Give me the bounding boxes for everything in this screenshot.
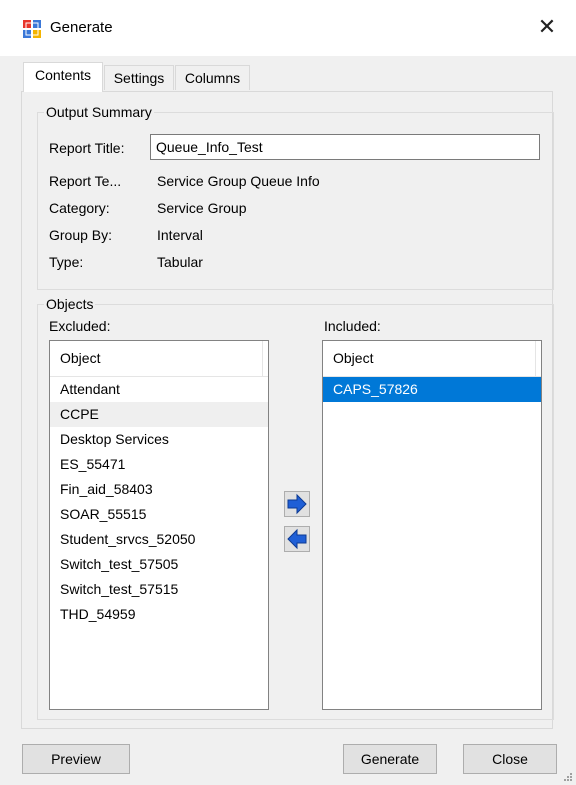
output-summary-group: Output Summary <box>37 104 554 290</box>
move-left-button[interactable] <box>284 526 310 552</box>
type-value: Tabular <box>157 254 203 270</box>
arrow-left-icon <box>287 528 307 550</box>
preview-button[interactable]: Preview <box>22 744 130 774</box>
category-label: Category: <box>49 200 110 216</box>
group-by-label: Group By: <box>49 227 113 243</box>
list-item[interactable]: Attendant <box>50 377 268 402</box>
list-item[interactable]: ES_55471 <box>50 452 268 477</box>
type-label: Type: <box>49 254 84 270</box>
category-value: Service Group <box>157 200 247 216</box>
column-separator[interactable] <box>535 341 536 376</box>
close-icon: ✕ <box>537 15 557 40</box>
list-item[interactable]: CCPE <box>50 402 268 427</box>
report-app-icon <box>23 20 41 38</box>
close-window-button[interactable]: ✕ <box>518 8 576 48</box>
column-separator[interactable] <box>262 341 263 376</box>
list-item[interactable]: Switch_test_57515 <box>50 577 268 602</box>
list-item[interactable]: Switch_test_57505 <box>50 552 268 577</box>
group-by-value: Interval <box>157 227 203 243</box>
tab-columns[interactable]: Columns <box>175 65 250 90</box>
report-template-value: Service Group Queue Info <box>157 173 320 189</box>
list-item[interactable]: CAPS_57826 <box>323 377 541 402</box>
report-title-label: Report Title: <box>49 140 125 156</box>
tab-contents[interactable]: Contents <box>23 62 103 92</box>
included-label: Included: <box>324 318 381 334</box>
objects-legend: Objects <box>46 296 94 312</box>
title-bar: Generate ✕ <box>0 0 576 56</box>
tab-contents-label: Contents <box>34 67 92 83</box>
arrow-right-icon <box>287 493 307 515</box>
excluded-label: Excluded: <box>49 318 111 334</box>
included-column-header[interactable]: Object <box>323 341 541 377</box>
excluded-column-header[interactable]: Object <box>50 341 268 377</box>
move-right-button[interactable] <box>284 491 310 517</box>
report-title-input[interactable] <box>150 134 540 160</box>
included-column-header-label: Object <box>333 350 374 366</box>
tab-columns-label: Columns <box>184 70 241 86</box>
excluded-objects-list[interactable]: Object Attendant CCPE Desktop Services E… <box>49 340 269 710</box>
close-button[interactable]: Close <box>463 744 557 774</box>
included-objects-list[interactable]: Object CAPS_57826 <box>322 340 542 710</box>
window-title: Generate <box>50 19 113 36</box>
list-item[interactable]: THD_54959 <box>50 602 268 627</box>
list-item[interactable]: Student_srvcs_52050 <box>50 527 268 552</box>
generate-button[interactable]: Generate <box>343 744 437 774</box>
resize-grip-icon[interactable] <box>563 772 573 782</box>
tab-settings[interactable]: Settings <box>104 65 174 90</box>
tab-settings-label: Settings <box>113 70 165 86</box>
generate-dialog: Generate ✕ Contents Settings Columns Out… <box>0 0 576 785</box>
report-template-label: Report Te... <box>49 173 122 189</box>
output-summary-legend: Output Summary <box>46 104 152 120</box>
list-item[interactable]: Desktop Services <box>50 427 268 452</box>
excluded-column-header-label: Object <box>60 350 101 366</box>
list-item[interactable]: Fin_aid_58403 <box>50 477 268 502</box>
list-item[interactable]: SOAR_55515 <box>50 502 268 527</box>
